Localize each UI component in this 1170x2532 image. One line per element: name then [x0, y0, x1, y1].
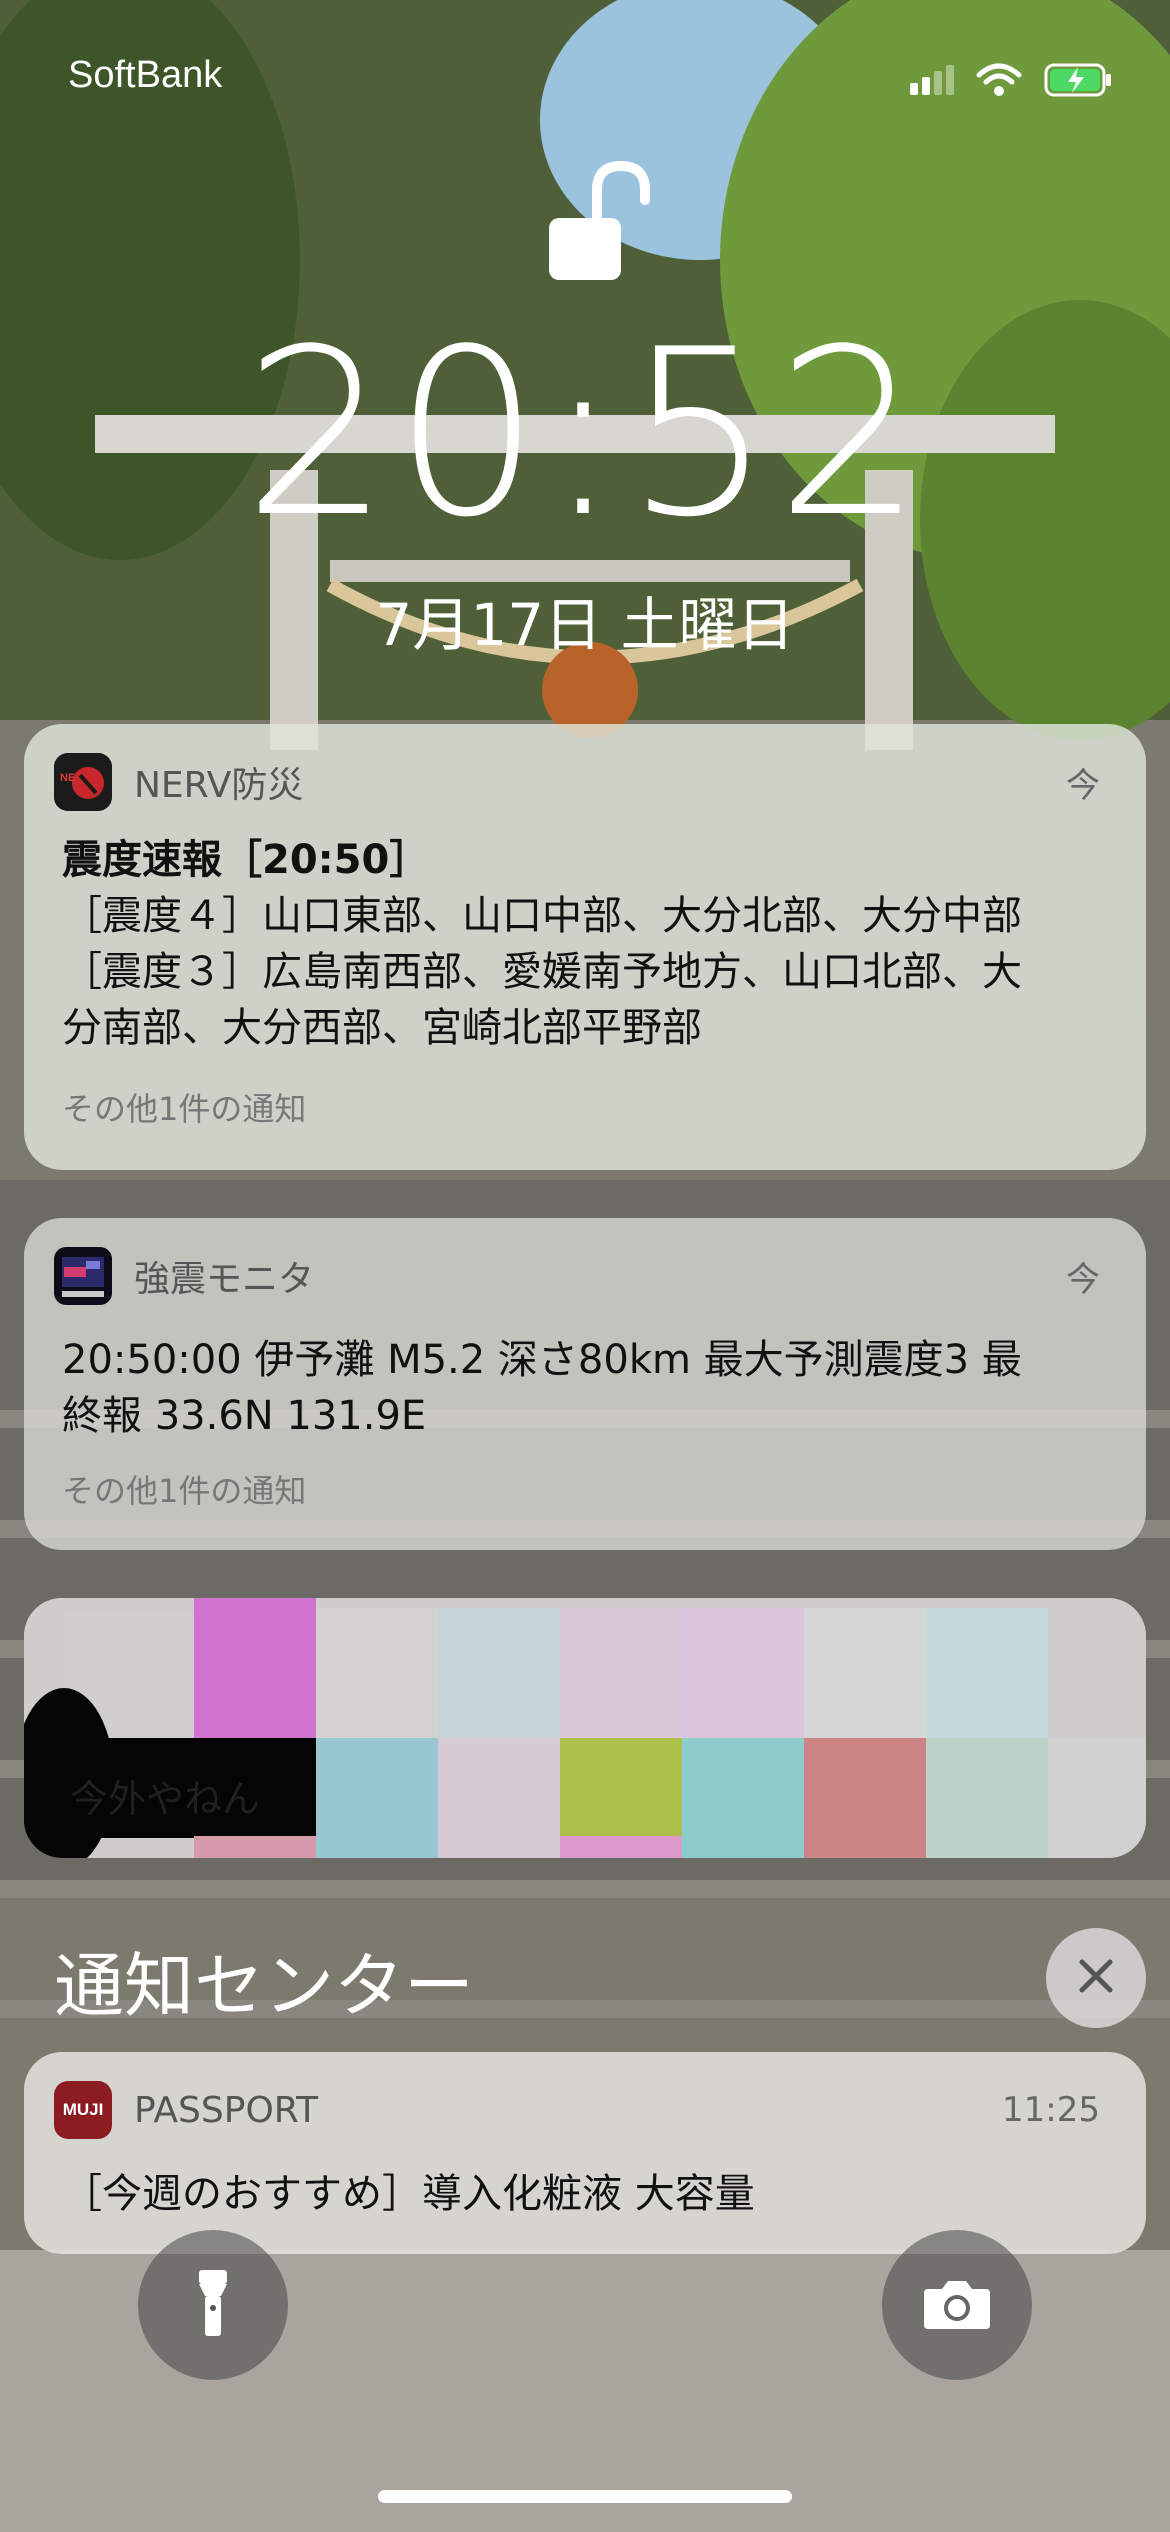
lock-screen-time: 20:52 — [243, 301, 927, 568]
notification-title: 震度速報［20:50］ — [62, 837, 430, 883]
kyoshin-monitor-app-icon — [54, 1247, 112, 1305]
notification-redacted[interactable]: 今外やねん — [24, 1598, 1146, 1858]
notification-app-name: PASSPORT — [134, 2089, 319, 2131]
home-indicator[interactable] — [378, 2490, 792, 2503]
flashlight-icon — [193, 2268, 233, 2342]
wifi-icon — [976, 63, 1022, 101]
muji-icon-text: MUJI — [62, 2100, 104, 2119]
unlocked-padlock-icon — [545, 160, 655, 290]
nerv-app-icon: NE — [54, 753, 112, 811]
flashlight-button[interactable] — [138, 2230, 288, 2380]
notification-nerv[interactable]: NE NERV防災 今 震度速報［20:50］ ［震度４］山口東部、山口中部、大… — [24, 724, 1146, 1194]
carrier-label: SoftBank — [68, 54, 223, 96]
notification-time: 今 — [1066, 765, 1100, 806]
notification-app-name: 強震モニタ — [134, 1259, 315, 1300]
notification-time: 今 — [1066, 1259, 1100, 1300]
clear-notifications-button[interactable] — [1046, 1928, 1146, 2028]
notification-more-label: その他1件の通知 — [62, 1090, 307, 1128]
lock-screen-date: 7月17日 土曜日 — [375, 591, 795, 659]
notification-line: ［震度４］山口東部、山口中部、大分北部、大分中部 — [62, 893, 1022, 939]
muji-app-icon: MUJI — [54, 2081, 112, 2139]
redacted-message-text: 今外やねん — [70, 1777, 261, 1821]
notification-line: ［震度３］広島南西部、愛媛南予地方、山口北部、大 — [62, 949, 1022, 995]
close-icon — [1076, 1956, 1116, 2000]
notification-line: 終報 33.6N 131.9E — [62, 1393, 427, 1439]
notification-more-label: その他1件の通知 — [62, 1472, 307, 1510]
svg-text:NE: NE — [60, 772, 75, 784]
notification-center-title: 通知センター — [54, 1945, 474, 2027]
notification-kyoshin-monitor[interactable]: 強震モニタ 今 20:50:00 伊予灘 M5.2 深さ80km 最大予測震度3… — [24, 1218, 1146, 1574]
camera-icon — [922, 2275, 992, 2335]
notification-time: 11:25 — [1002, 2090, 1100, 2130]
signal-icon — [910, 65, 954, 99]
battery-charging-icon — [1044, 62, 1114, 102]
notification-line: 20:50:00 伊予灘 M5.2 深さ80km 最大予測震度3 最 — [62, 1337, 1022, 1383]
notification-line: ［今週のおすすめ］導入化粧液 大容量 — [62, 2171, 755, 2217]
notification-line: 分南部、大分西部、宮崎北部平野部 — [62, 1005, 702, 1051]
notification-passport[interactable]: MUJI PASSPORT 11:25 ［今週のおすすめ］導入化粧液 大容量 — [24, 2052, 1146, 2254]
status-bar: SoftBank — [0, 52, 1170, 112]
camera-button[interactable] — [882, 2230, 1032, 2380]
notification-app-name: NERV防災 — [134, 765, 304, 806]
